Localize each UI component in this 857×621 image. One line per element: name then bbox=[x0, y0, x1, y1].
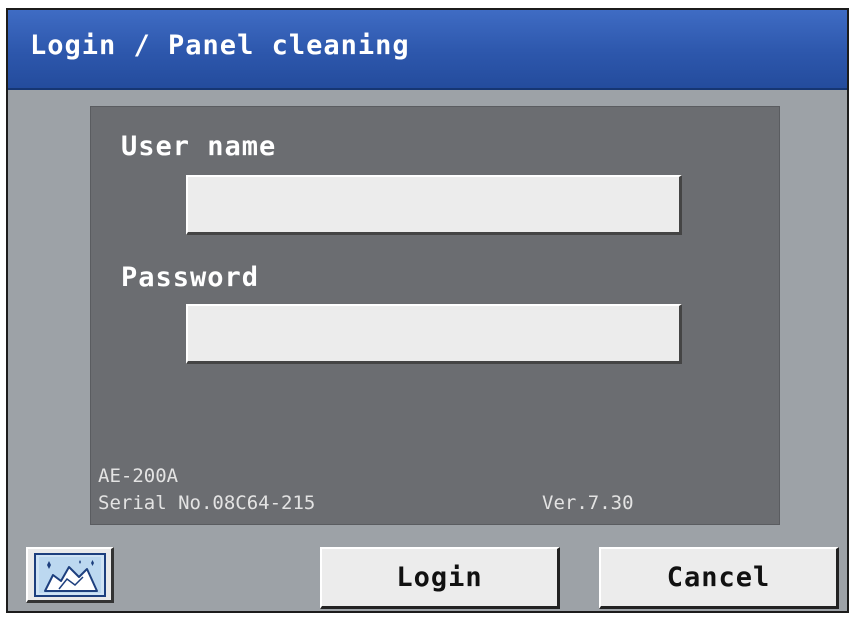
device-model: AE-200A bbox=[98, 465, 179, 487]
title-bar: Login / Panel cleaning bbox=[8, 10, 847, 90]
username-label: User name bbox=[121, 131, 277, 162]
page-title: Login / Panel cleaning bbox=[30, 30, 410, 61]
login-screen: Login / Panel cleaning User name Passwor… bbox=[6, 8, 849, 613]
password-field[interactable] bbox=[186, 304, 682, 364]
login-button[interactable]: Login bbox=[320, 547, 560, 609]
cancel-button[interactable]: Cancel bbox=[599, 547, 839, 609]
version-number: Ver.7.30 bbox=[542, 492, 634, 514]
panel-cleaning-button[interactable] bbox=[26, 547, 114, 603]
username-field[interactable] bbox=[186, 175, 682, 235]
cleaning-cloth-icon bbox=[33, 552, 106, 597]
password-label: Password bbox=[121, 262, 260, 293]
serial-number: Serial No.08C64-215 bbox=[98, 492, 316, 514]
login-panel: User name Password AE-200A Serial No.08C… bbox=[90, 106, 780, 525]
cleaning-cloth-graphic bbox=[38, 556, 101, 593]
